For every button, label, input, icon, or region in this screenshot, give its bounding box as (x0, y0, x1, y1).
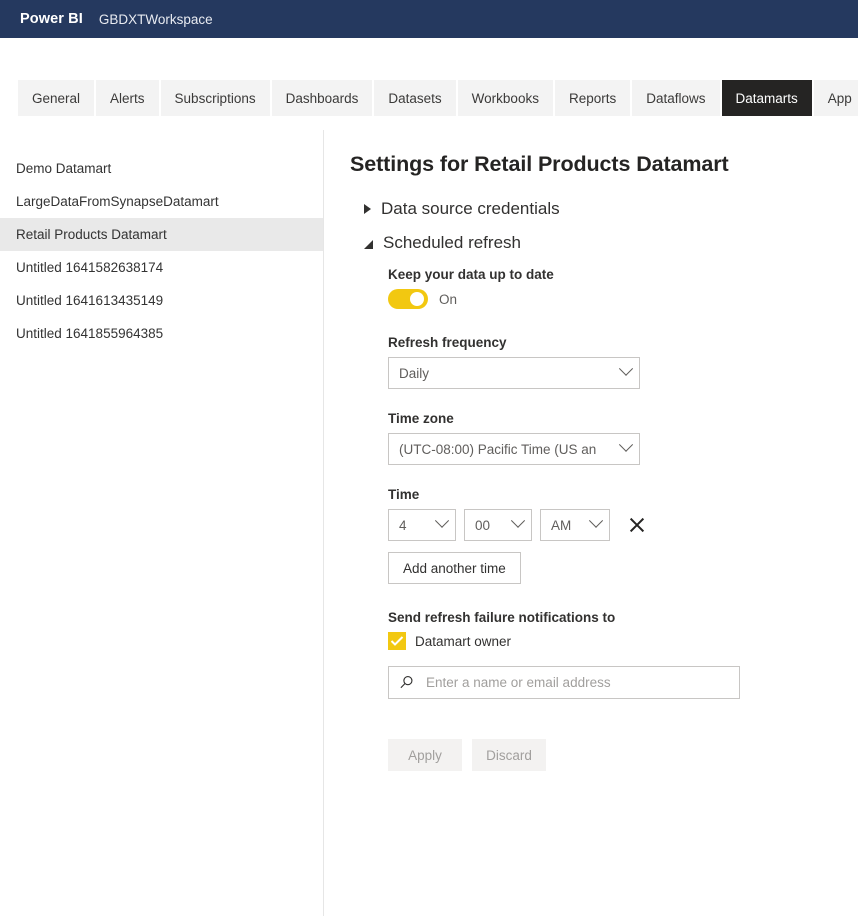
refresh-frequency-value: Daily (399, 365, 430, 381)
datamart-owner-row: Datamart owner (388, 632, 858, 650)
tab-subscriptions[interactable]: Subscriptions (160, 80, 270, 116)
time-meridiem-select[interactable]: AM (540, 509, 610, 541)
search-icon (400, 676, 413, 689)
section-label-data-source-credentials: Data source credentials (381, 199, 560, 218)
tab-app[interactable]: App (813, 80, 858, 116)
sidebar-item-demo-datamart[interactable]: Demo Datamart (0, 152, 323, 185)
refresh-frequency-label: Refresh frequency (388, 335, 507, 350)
section-scheduled-refresh[interactable]: Scheduled refresh (350, 233, 858, 253)
sidebar-item-retail-products-datamart[interactable]: Retail Products Datamart (0, 218, 323, 251)
section-label-scheduled-refresh: Scheduled refresh (383, 233, 521, 252)
tab-datamarts[interactable]: Datamarts (721, 80, 812, 116)
time-hour-value: 4 (399, 517, 407, 533)
chevron-down-icon (434, 513, 450, 528)
datamart-list: Demo Datamart LargeDataFromSynapseDatama… (0, 130, 324, 916)
workspace-name[interactable]: GBDXTWorkspace (99, 12, 213, 27)
chevron-down-icon (510, 513, 526, 528)
sidebar-item-untitled-1641582638174[interactable]: Untitled 1641582638174 (0, 251, 323, 284)
app-header: Power BI GBDXTWorkspace (0, 0, 858, 38)
settings-detail-pane: Settings for Retail Products Datamart Da… (324, 130, 858, 916)
time-row: 4 00 AM (388, 509, 858, 541)
powerbi-logo-text[interactable]: Power BI (20, 11, 83, 27)
tab-workbooks[interactable]: Workbooks (457, 80, 553, 116)
tab-reports[interactable]: Reports (554, 80, 631, 116)
time-meridiem-value: AM (551, 517, 572, 533)
toggle-knob (410, 292, 424, 306)
section-data-source-credentials[interactable]: Data source credentials (350, 199, 858, 219)
time-minute-select[interactable]: 00 (464, 509, 532, 541)
toggle-state-label: On (439, 291, 458, 307)
chevron-right-icon (364, 204, 371, 214)
page-title: Settings for Retail Products Datamart (350, 152, 729, 176)
notifications-label: Send refresh failure notifications to (388, 610, 616, 625)
check-icon (390, 636, 404, 646)
chevron-down-icon (618, 361, 634, 376)
scheduled-refresh-body: Keep your data up to date On Refresh fre… (350, 267, 858, 771)
chevron-down-icon (618, 437, 634, 452)
tab-alerts[interactable]: Alerts (96, 80, 159, 116)
apply-button[interactable]: Apply (388, 739, 462, 771)
time-hour-select[interactable]: 4 (388, 509, 456, 541)
datamart-owner-checkbox[interactable] (388, 632, 406, 650)
discard-button[interactable]: Discard (472, 739, 546, 771)
add-another-time-button[interactable]: Add another time (388, 552, 521, 584)
keep-data-up-to-date-toggle[interactable] (388, 289, 428, 309)
chevron-down-icon (588, 513, 604, 528)
time-zone-value: (UTC-08:00) Pacific Time (US an (399, 441, 597, 457)
sidebar-item-untitled-1641613435149[interactable]: Untitled 1641613435149 (0, 284, 323, 317)
time-zone-select[interactable]: (UTC-08:00) Pacific Time (US an (388, 433, 640, 465)
chevron-down-icon (364, 239, 373, 249)
tab-dataflows[interactable]: Dataflows (632, 80, 720, 116)
datamart-owner-label: Datamart owner (415, 633, 512, 649)
time-zone-label: Time zone (388, 411, 454, 426)
form-actions: Apply Discard (388, 739, 858, 771)
sidebar-item-largedatafromsynapsedatamart[interactable]: LargeDataFromSynapseDatamart (0, 185, 323, 218)
recipient-search-box[interactable] (388, 666, 740, 699)
sidebar-item-untitled-1641855964385[interactable]: Untitled 1641855964385 (0, 317, 323, 350)
time-label: Time (388, 487, 420, 502)
settings-tabstrip: General Alerts Subscriptions Dashboards … (0, 80, 858, 116)
time-minute-value: 00 (475, 517, 491, 533)
keep-data-up-to-date-label: Keep your data up to date (388, 267, 554, 282)
keep-data-up-to-date-row: On (388, 289, 858, 309)
settings-body: Demo Datamart LargeDataFromSynapseDatama… (0, 130, 858, 916)
tab-general[interactable]: General (18, 80, 95, 116)
recipient-input[interactable] (424, 674, 714, 691)
tab-dashboards[interactable]: Dashboards (271, 80, 373, 116)
refresh-frequency-select[interactable]: Daily (388, 357, 640, 389)
remove-time-icon[interactable] (626, 514, 648, 536)
tab-datasets[interactable]: Datasets (374, 80, 456, 116)
